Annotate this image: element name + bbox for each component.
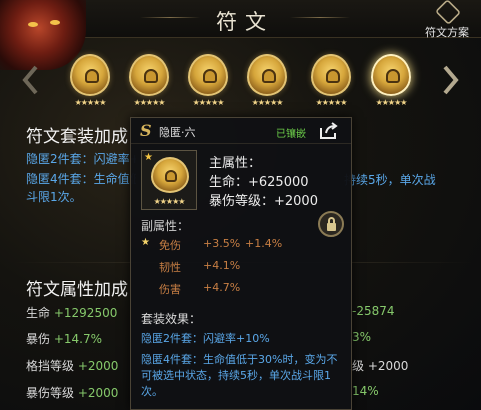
popup-header: S 隐匿·六 已镶嵌 bbox=[131, 118, 351, 144]
main-attr-crit: 暴伤等级：+2000 bbox=[209, 194, 318, 209]
set-bonus-heading: 符文套装加成 bbox=[26, 127, 128, 147]
rune-slot[interactable]: ★★★★★ bbox=[366, 54, 416, 110]
rune-gem-icon bbox=[371, 54, 411, 96]
rune-stars: ★★★★★ bbox=[375, 98, 408, 107]
sub-attr-label: 副属性： bbox=[141, 219, 190, 233]
sub-attr-value: +4.7% bbox=[203, 281, 241, 294]
star-icon: ★ bbox=[144, 152, 153, 163]
share-icon[interactable] bbox=[319, 122, 339, 140]
attr-name: 暴伤等级 bbox=[26, 386, 75, 400]
attribute-bonus-heading: 符文属性加成 bbox=[26, 280, 128, 300]
rune-gem-icon bbox=[129, 54, 169, 96]
equipped-status: 已镶嵌 bbox=[276, 129, 306, 140]
rune-stars: ★★★★★ bbox=[74, 98, 107, 107]
attr-row: 暴伤 +14.7% bbox=[26, 330, 130, 347]
rune-name: 隐匿·六 bbox=[159, 126, 196, 139]
rune-gem-icon bbox=[311, 54, 351, 96]
attr-value: +2000 bbox=[77, 386, 119, 400]
rune-mark bbox=[165, 170, 177, 182]
set-effect-label: 套装效果： bbox=[141, 312, 202, 326]
attr-row-right: 级 +2000 bbox=[352, 357, 408, 374]
main-attr-hp: 生命：+625000 bbox=[209, 175, 309, 190]
avatar-eye bbox=[28, 22, 38, 27]
rune-mark bbox=[144, 69, 158, 83]
rune-stars: ★★★★★ bbox=[315, 98, 348, 107]
rune-scheme-label: 符文方案 bbox=[425, 26, 469, 39]
sub-attr-bonus: +1.4% bbox=[245, 237, 283, 250]
attr-name: 生命 bbox=[26, 306, 51, 320]
attr-row: 生命 +1292500 bbox=[26, 304, 130, 321]
rune-gem-icon bbox=[151, 157, 189, 193]
set-effect-4pc: 隐匿4件套：生命值低于30%时，变为不可被选中状态，持续5秒，单次战斗限1次。 bbox=[141, 353, 338, 398]
sub-attr-row: ★ 免伤 +3.5% +1.4% bbox=[141, 237, 341, 252]
sub-attr-name: 免伤 bbox=[159, 239, 181, 252]
attr-row-right: 3% bbox=[352, 330, 371, 344]
rune-stars: ★★★★★ bbox=[251, 98, 284, 107]
attr-value: 14% bbox=[352, 384, 379, 398]
rune-scheme-button[interactable]: 符文方案 bbox=[418, 0, 476, 40]
rune-slot[interactable]: ★★★★★ bbox=[242, 54, 292, 110]
set-effect-2pc: 隐匿2件套：闪避率+10% bbox=[141, 332, 270, 345]
rune-mark bbox=[386, 69, 400, 83]
attr-row: 格挡等级 +2000 bbox=[26, 357, 130, 374]
rune-mark bbox=[203, 69, 217, 83]
attr-value: +14.7% bbox=[53, 332, 103, 346]
rune-stars: ★★★★★ bbox=[133, 98, 166, 107]
attr-name: 暴伤 bbox=[26, 332, 51, 346]
attr-value: 3% bbox=[352, 330, 372, 344]
set-bonus-4pc-line2: 斗限1次。 bbox=[26, 190, 82, 204]
attr-value: -25874 bbox=[352, 304, 395, 318]
rune-mark bbox=[326, 69, 340, 83]
title-decoration-right bbox=[290, 17, 350, 18]
rune-slot[interactable]: ★★★★★ bbox=[65, 54, 115, 110]
rune-gem-icon bbox=[188, 54, 228, 96]
rune-slot[interactable]: ★★★★★ bbox=[183, 54, 233, 110]
rune-grade-badge: S bbox=[140, 121, 152, 140]
star-icon: ★ bbox=[141, 237, 150, 248]
set-bonus-2pc: 隐匿2件套：闪避率+10% bbox=[26, 152, 136, 166]
attr-name: 格挡等级 bbox=[26, 359, 75, 373]
rune-detail-popup: S 隐匿·六 已镶嵌 ★ ★★★★★ 主属性： 生命：+625000 暴伤等级：… bbox=[130, 117, 352, 410]
chevron-right-icon[interactable] bbox=[443, 65, 459, 95]
lock-body bbox=[327, 223, 336, 231]
sub-attr-row: 伤害 +4.7% bbox=[141, 281, 341, 296]
rune-stars: ★★★★★ bbox=[192, 98, 225, 107]
rune-gem-icon bbox=[70, 54, 110, 96]
attr-value: +2000 bbox=[77, 359, 119, 373]
rune-stars: ★★★★★ bbox=[153, 197, 186, 206]
sub-attr-name: 伤害 bbox=[159, 283, 181, 296]
rune-mark bbox=[262, 69, 276, 83]
rune-slot[interactable]: ★★★★★ bbox=[124, 54, 174, 110]
attr-row: 暴伤等级 +2000 bbox=[26, 384, 130, 401]
sub-attr-name: 韧性 bbox=[159, 261, 181, 274]
lock-icon[interactable] bbox=[318, 211, 344, 237]
attr-row-right: -25874 bbox=[352, 304, 395, 318]
chevron-left-icon[interactable] bbox=[22, 65, 38, 95]
set-bonus-4pc-continued: 持续5秒，单次战 bbox=[344, 173, 436, 187]
attr-row-right: 14% bbox=[352, 384, 379, 398]
attr-value: +1292500 bbox=[53, 306, 118, 320]
sub-attr-value: +4.1% bbox=[203, 259, 241, 272]
title-decoration-left bbox=[140, 17, 200, 18]
attr-value: 级 +2000 bbox=[352, 359, 409, 373]
rune-gem-icon bbox=[247, 54, 287, 96]
rune-icon-frame: ★ ★★★★★ bbox=[141, 150, 197, 210]
sub-attr-row: 韧性 +4.1% bbox=[141, 259, 341, 274]
rune-slot[interactable]: ★★★★★ bbox=[306, 54, 356, 110]
rune-scheme-icon bbox=[434, 0, 462, 26]
main-attr-label: 主属性： bbox=[209, 156, 262, 171]
page-title: 符文 bbox=[216, 10, 274, 34]
rune-mark bbox=[85, 69, 99, 83]
sub-attr-value: +3.5% bbox=[203, 237, 241, 250]
avatar-eye bbox=[50, 20, 60, 25]
set-bonus-4pc: 隐匿4件套：生命值低于30%时， bbox=[26, 172, 136, 186]
